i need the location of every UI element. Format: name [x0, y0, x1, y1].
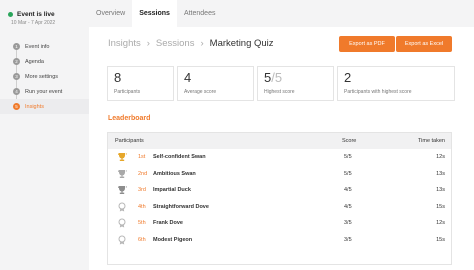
step-number: 2 — [13, 58, 20, 65]
rank-label: 1st — [138, 154, 146, 161]
time-taken-value: 12s — [436, 220, 445, 227]
participant-name: Frank Dove — [153, 220, 183, 227]
participant-name: Modest Pigeon — [153, 236, 193, 243]
rank-label: 3rd — [138, 187, 146, 194]
step-number: 3 — [13, 73, 20, 80]
medal-icon — [117, 202, 127, 212]
stats-row: 8 Participants 4 Average score 5/5 Highe… — [107, 66, 455, 101]
step-label: Agenda — [25, 58, 44, 65]
time-taken-value: 13s — [436, 170, 445, 177]
time-taken-value: 15s — [436, 236, 445, 243]
table-row: 2nd Ambitious Swan 5/5 13s — [108, 166, 451, 183]
stat-value-total: /5 — [271, 70, 283, 85]
leaderboard-table: Participants Score Time taken 1st Self-co… — [107, 132, 452, 265]
participant-name: Straightforward Dove — [153, 203, 209, 210]
time-taken-value: 13s — [436, 187, 445, 194]
breadcrumb-separator-icon: › — [200, 38, 204, 49]
silver-trophy-icon — [117, 169, 128, 179]
score-value: 5/5 — [344, 154, 352, 161]
export-excel-button[interactable]: Export as Excel — [396, 36, 452, 52]
rank-label: 2nd — [138, 170, 148, 177]
table-row: 1st Self-confident Swan 5/5 12s — [108, 149, 451, 166]
participant-name: Self-confident Swan — [153, 154, 206, 161]
leaderboard-title: Leaderboard — [108, 115, 151, 122]
step-event-info[interactable]: 1 Event info — [0, 39, 89, 54]
table-row: 5th Frank Dove 3/5 12s — [108, 215, 451, 232]
step-label: Run your event — [25, 88, 63, 95]
step-label: More settings — [25, 73, 59, 80]
table-row: 4th Straightforward Dove 4/5 15s — [108, 199, 451, 216]
stat-label: Participants — [114, 89, 141, 95]
rank-label: 6th — [138, 236, 146, 243]
stat-label: Average score — [184, 89, 217, 95]
table-row: 3rd Impartial Duck 4/5 13s — [108, 182, 451, 199]
steps-nav: 1 Event info 2 Agenda 3 More settings 4 … — [0, 39, 89, 114]
tab-overview[interactable]: Overview — [89, 0, 132, 27]
score-value: 5/5 — [344, 170, 352, 177]
stat-label: Participants with highest score — [344, 89, 412, 95]
rank-label: 4th — [138, 203, 146, 210]
stat-participants: 8 Participants — [107, 66, 174, 101]
stat-value: 5/5 — [264, 71, 327, 85]
step-insights[interactable]: 5 Insights — [0, 99, 89, 114]
stat-value: 4 — [184, 70, 192, 85]
column-participants: Participants — [115, 138, 144, 144]
event-status-label: Event is live — [17, 11, 55, 18]
score-value: 3/5 — [344, 220, 352, 227]
step-label: Insights — [25, 103, 44, 110]
column-time-taken: Time taken — [417, 138, 445, 144]
stat-value: 2 — [344, 70, 352, 85]
score-value: 4/5 — [344, 203, 352, 210]
stat-value: 8 — [114, 70, 122, 85]
sidebar: Event is live 10 Mar - 7 Apr 2022 1 Even… — [0, 0, 89, 270]
bronze-trophy-icon — [117, 185, 128, 195]
medal-icon — [117, 235, 127, 245]
time-taken-value: 12s — [436, 154, 445, 161]
step-number: 1 — [13, 43, 20, 50]
page-title: Marketing Quiz — [209, 38, 274, 49]
event-dates: 10 Mar - 7 Apr 2022 — [11, 20, 56, 26]
step-number: 4 — [13, 88, 20, 95]
breadcrumb: Insights › Sessions › Marketing Quiz — [108, 38, 274, 49]
time-taken-value: 15s — [436, 203, 445, 210]
table-body: 1st Self-confident Swan 5/5 12s 2nd Ambitious… — [108, 149, 451, 248]
stat-label: Highest score — [264, 89, 295, 95]
step-run-your-event[interactable]: 4 Run your event — [0, 84, 89, 99]
score-value: 4/5 — [344, 187, 352, 194]
step-agenda[interactable]: 2 Agenda — [0, 54, 89, 69]
participant-name: Impartial Duck — [153, 187, 191, 194]
stat-average-score: 4 Average score — [177, 66, 254, 101]
export-pdf-button[interactable]: Export as PDF — [339, 36, 395, 52]
score-value: 3/5 — [344, 236, 352, 243]
participant-name: Ambitious Swan — [153, 170, 196, 177]
step-more-settings[interactable]: 3 More settings — [0, 69, 89, 84]
gold-trophy-icon — [117, 152, 128, 162]
step-number: 5 — [13, 103, 20, 110]
table-row: 6th Modest Pigeon 3/5 15s — [108, 232, 451, 249]
live-status-dot — [8, 12, 13, 17]
main-panel: Insights › Sessions › Marketing Quiz Exp… — [89, 27, 474, 270]
breadcrumb-insights[interactable]: Insights — [108, 38, 141, 49]
step-label: Event info — [25, 43, 50, 50]
stat-highest-score: 5/5 Highest score — [257, 66, 334, 101]
tab-sessions[interactable]: Sessions — [132, 0, 177, 27]
breadcrumb-sessions[interactable]: Sessions — [156, 38, 195, 49]
event-status: Event is live — [8, 11, 55, 18]
tab-attendees[interactable]: Attendees — [177, 0, 223, 27]
table-header: Participants Score Time taken — [108, 133, 451, 149]
top-tabs: Overview Sessions Attendees — [89, 0, 222, 27]
column-score: Score — [342, 138, 357, 144]
rank-label: 5th — [138, 220, 146, 227]
medal-icon — [117, 218, 127, 228]
breadcrumb-separator-icon: › — [146, 38, 150, 49]
stat-participants-highest: 2 Participants with highest score — [337, 66, 455, 101]
